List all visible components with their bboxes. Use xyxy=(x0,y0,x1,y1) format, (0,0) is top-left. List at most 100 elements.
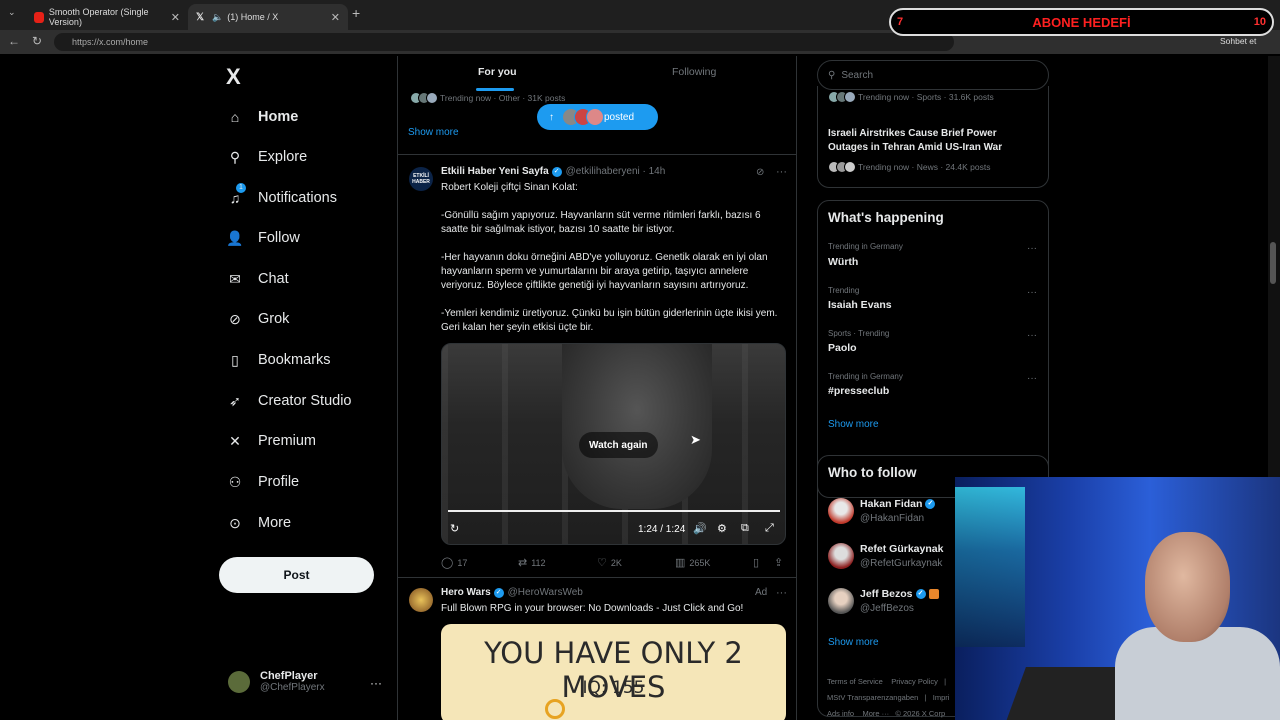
fullscreen-icon[interactable]: ⤢ xyxy=(765,522,774,535)
nav-follow[interactable]: 👤 Follow xyxy=(226,226,300,250)
author-handle[interactable]: @etkilihaberyeni · 14h xyxy=(566,166,666,177)
suggested-user-handle: @JeffBezos xyxy=(860,603,914,614)
trend-name: #presseclub xyxy=(828,385,890,397)
nav-notifications[interactable]: ♫ 1 Notifications xyxy=(226,183,337,210)
url-field[interactable]: https://x.com/home xyxy=(54,33,954,51)
more-icon[interactable]: ··· xyxy=(776,166,787,178)
bookmark-button[interactable]: ▯ xyxy=(753,556,763,569)
browser-tab-x[interactable]: 𝕏 🔈 (1) Home / X ✕ xyxy=(188,4,348,30)
share-button[interactable]: ⇪ xyxy=(774,556,787,569)
refresh-icon[interactable]: ↻ xyxy=(32,34,42,48)
tab-list-icon[interactable]: ⌄ xyxy=(8,7,16,18)
avatar[interactable] xyxy=(409,588,433,612)
streamer-face xyxy=(1145,532,1230,642)
pip-icon[interactable]: ⧉ xyxy=(741,522,749,535)
tab-for-you[interactable]: For you xyxy=(478,66,517,78)
trend-category: Trending in Germany xyxy=(828,372,903,381)
tweet-header: Etkili Haber Yeni Sayfa ✓ @etkilihaberye… xyxy=(441,166,665,177)
arrow-up-icon: ↑ xyxy=(549,111,554,123)
close-tab-icon[interactable]: ✕ xyxy=(331,11,340,24)
settings-icon[interactable]: ⚙ xyxy=(717,522,727,535)
more-icon[interactable]: ··· xyxy=(1027,373,1037,384)
footer-link[interactable]: Ads info xyxy=(827,709,854,718)
nav-chat[interactable]: ✉ Chat xyxy=(226,267,289,291)
suggested-user-name[interactable]: Hakan Fidan ✓ xyxy=(860,498,936,510)
account-switcher[interactable]: ChefPlayer @ChefPlayerx xyxy=(228,670,325,693)
close-tab-icon[interactable]: ✕ xyxy=(171,11,180,24)
author-name[interactable]: Hero Wars xyxy=(441,587,491,598)
nav-bookmarks[interactable]: ▯ Bookmarks xyxy=(226,348,330,372)
show-more-link[interactable]: Show more xyxy=(828,637,879,648)
footer-link[interactable]: Terms of Service xyxy=(827,677,883,686)
new-tab-icon[interactable]: + xyxy=(352,5,360,21)
news-meta: Trending now · News · 24.4K posts xyxy=(828,161,990,173)
avatar[interactable] xyxy=(828,543,854,569)
tweet-text: Robert Koleji çiftçi Sinan Kolat: -Gönül… xyxy=(441,182,778,333)
more-icon[interactable]: ··· xyxy=(1027,243,1037,254)
nav-grok[interactable]: ⊘ Grok xyxy=(226,307,289,331)
footer-link[interactable]: Impri xyxy=(933,693,950,702)
nav-label: Chat xyxy=(258,271,289,287)
account-more-icon[interactable]: ··· xyxy=(370,676,382,690)
speaker-icon[interactable]: 🔈 xyxy=(212,12,223,23)
trend-category: Sports · Trending xyxy=(828,329,890,338)
nav-explore[interactable]: ⚲ Explore xyxy=(226,145,307,169)
like-button[interactable]: ♡ 2K xyxy=(597,556,622,569)
volume-icon[interactable]: 🔊 xyxy=(693,522,707,535)
watch-again-button[interactable]: Watch again xyxy=(579,432,658,458)
suggested-user-name[interactable]: Refet Gürkaynak xyxy=(860,543,943,555)
divider xyxy=(398,154,796,155)
replay-icon[interactable]: ↻ xyxy=(450,522,459,535)
grok-icon[interactable]: ⊘ xyxy=(756,167,764,178)
news-headline[interactable]: Israeli Airstrikes Cause Brief Power Out… xyxy=(828,127,1028,155)
ad-label: Ad xyxy=(755,587,768,598)
trend-name: Isaiah Evans xyxy=(828,299,892,311)
ad-image[interactable]: YOU HAVE ONLY 2 MOVES IQ: 155 xyxy=(441,624,786,720)
posted-label: posted xyxy=(604,111,635,123)
footer-link[interactable]: More ··· xyxy=(862,709,889,718)
url-text: https://x.com/home xyxy=(72,37,149,47)
post-button[interactable]: Post xyxy=(219,557,374,593)
chat-button[interactable]: Sohbet et xyxy=(1220,36,1256,46)
nav-home[interactable]: ⌂ Home xyxy=(226,105,299,129)
avatar[interactable]: ETKİLİ HABER xyxy=(409,167,433,191)
scrollbar-thumb[interactable] xyxy=(1270,242,1276,284)
views-button[interactable]: ▥ 265K xyxy=(675,556,710,569)
avatar[interactable] xyxy=(828,498,854,524)
nav-creator-studio[interactable]: ➶ Creator Studio xyxy=(226,389,351,413)
more-icon[interactable]: ··· xyxy=(1027,287,1037,298)
author-handle[interactable]: @HeroWarsWeb xyxy=(508,587,583,598)
nav-premium[interactable]: ✕ Premium xyxy=(226,429,316,453)
more-icon[interactable]: ··· xyxy=(1027,330,1037,341)
more-circle-icon: ⊙ xyxy=(229,514,241,531)
repost-icon: ⇄ xyxy=(518,557,528,569)
suggested-user-name[interactable]: Jeff Bezos ✓ xyxy=(860,588,939,600)
show-more-link[interactable]: Show more xyxy=(828,419,879,430)
back-icon[interactable]: ← xyxy=(8,34,20,48)
trending-row[interactable]: Trending now · Other · 31K posts xyxy=(410,92,565,104)
avatar[interactable] xyxy=(828,588,854,614)
video-player[interactable]: Watch again ↻ 1:24 / 1:24 🔊 ⚙ ⧉ ⤢ xyxy=(441,343,786,545)
video-progress-bar[interactable] xyxy=(448,510,780,512)
browser-tab-youtube[interactable]: Smooth Operator (Single Version) ✕ xyxy=(26,4,188,30)
person-add-icon: 👤 xyxy=(226,229,244,246)
news-meta[interactable]: Trending now · Sports · 31.6K posts xyxy=(828,91,994,103)
repost-button[interactable]: ⇄ 112 xyxy=(518,556,546,569)
active-tab-indicator xyxy=(476,88,514,91)
footer-link[interactable]: MStV Transparenzangaben xyxy=(827,693,918,702)
new-posts-pill[interactable]: ↑ posted xyxy=(537,104,658,130)
home-icon: ⌂ xyxy=(230,109,240,125)
show-more-link[interactable]: Show more xyxy=(408,127,459,138)
bookmark-icon: ▯ xyxy=(231,351,239,368)
x-logo-icon[interactable]: X xyxy=(226,64,241,90)
more-icon[interactable]: ··· xyxy=(776,587,787,599)
footer-separator: | xyxy=(924,693,927,702)
tab-following[interactable]: Following xyxy=(672,66,716,78)
search-icon: ⚲ xyxy=(828,69,836,81)
footer-link[interactable]: Privacy Policy xyxy=(891,677,938,686)
author-name[interactable]: Etkili Haber Yeni Sayfa xyxy=(441,166,549,177)
verified-icon: ✓ xyxy=(915,589,926,599)
reply-button[interactable]: ◯ 17 xyxy=(441,556,467,569)
nav-more[interactable]: ⊙ More xyxy=(226,511,291,535)
nav-profile[interactable]: ⚇ Profile xyxy=(226,470,299,494)
